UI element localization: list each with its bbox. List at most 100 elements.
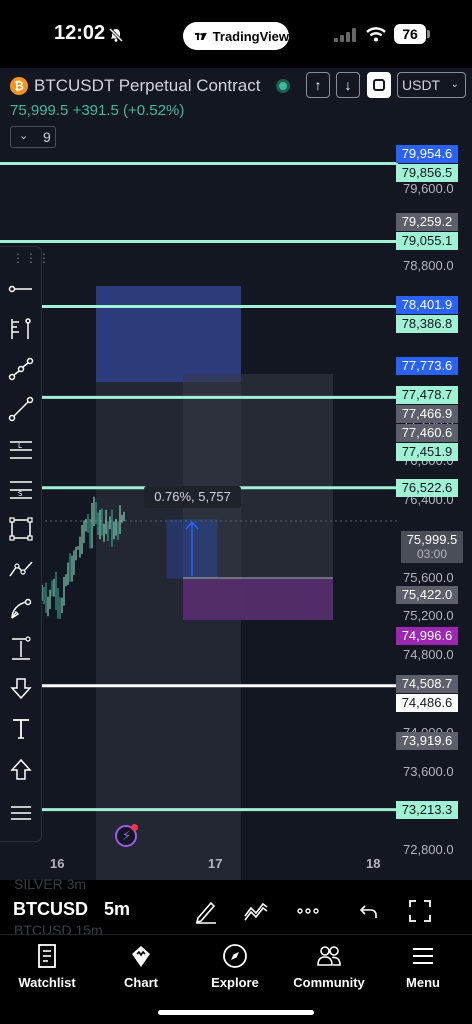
interval-button[interactable]: 5m <box>104 899 130 920</box>
fib-retracement-icon <box>11 318 31 339</box>
tab-community[interactable]: Community <box>282 943 376 990</box>
price-level-label[interactable]: 78,401.9 <box>396 296 458 314</box>
price-level-label[interactable]: 76,522.6 <box>396 478 458 497</box>
notification-dot <box>131 824 138 831</box>
undo-button[interactable] <box>354 896 384 926</box>
short-position-tool[interactable]: S <box>5 473 37 505</box>
tab-menu[interactable]: Menu <box>376 943 470 990</box>
text-icon <box>13 719 29 739</box>
zigzag-path-icon <box>9 561 33 577</box>
symbol-button[interactable]: BTCUSD <box>13 899 88 920</box>
arrow-down-marker-tool[interactable] <box>5 673 37 705</box>
chart-icon <box>132 946 150 967</box>
tradingview-pill[interactable]: TradingView <box>183 22 289 50</box>
price-level-label[interactable]: 77,478.7 <box>396 385 458 404</box>
lightning-icon: ⚡ <box>122 828 132 843</box>
trend-line-tool[interactable] <box>5 393 37 425</box>
price-level-label[interactable]: 79,954.6 <box>396 145 458 163</box>
horizontal-ray-icon <box>8 285 32 293</box>
price-level-label[interactable]: 77,466.9 <box>396 404 458 423</box>
brush-tool[interactable] <box>5 593 37 625</box>
price-level-label[interactable]: 77,773.6 <box>396 357 458 376</box>
path-tool[interactable] <box>5 553 37 585</box>
compass-icon <box>223 944 247 968</box>
price-level-label[interactable]: 73,919.6 <box>396 731 458 750</box>
price-level-label[interactable]: 78,386.8 <box>396 315 458 333</box>
compare-symbol-button[interactable] <box>367 72 391 98</box>
price-axis[interactable]: 79,600.078,800.077,200.076,800.076,400.0… <box>392 68 472 880</box>
tab-chart[interactable]: Chart <box>94 943 188 990</box>
price-level-label[interactable]: 79,856.5 <box>396 164 458 182</box>
currency-value: USDT <box>402 77 441 93</box>
more-options-button[interactable] <box>293 896 323 926</box>
trend-line-icon <box>8 396 34 422</box>
currency-select[interactable]: USDT ⌄ <box>397 72 466 98</box>
brush-icon <box>11 598 32 619</box>
stop-zone-blue <box>96 286 241 382</box>
time-tick-16: 16 <box>50 856 65 871</box>
short-position-icon: S <box>10 481 32 499</box>
flash-alerts-button[interactable]: ⚡ <box>115 824 138 847</box>
price-level-label[interactable]: 77,460.6 <box>396 423 458 442</box>
price-level-label[interactable]: 73,213.3 <box>396 800 458 819</box>
bar-countdown: 03:00 <box>416 546 448 561</box>
tab-label: Explore <box>211 975 259 990</box>
next-symbol-button[interactable]: ↓ <box>336 72 360 98</box>
long-position-tool[interactable]: L <box>5 433 37 465</box>
indicators-icon <box>244 902 268 921</box>
previous-symbol-button[interactable]: ↑ <box>306 72 330 98</box>
price-level-label[interactable]: 75,422.0 <box>396 585 458 604</box>
price-level-label[interactable]: 79,259.2 <box>396 212 458 231</box>
svg-text:S: S <box>18 490 23 498</box>
price-level-label[interactable]: 79,055.1 <box>396 232 458 251</box>
arrow-up-marker-tool[interactable] <box>5 753 37 785</box>
drag-handle-icon[interactable]: ⋮⋮⋮ <box>12 251 51 265</box>
hamburger-tools-icon <box>11 806 31 820</box>
price-change: +391.5 (+0.52%) <box>72 102 185 119</box>
fullscreen-icon <box>409 900 431 922</box>
price-range-icon <box>12 636 31 660</box>
pill-label: TradingView <box>212 28 289 44</box>
cellular-signal-icon <box>334 28 356 42</box>
measure-label: 0.76%, 5,757 <box>144 486 241 508</box>
home-indicator <box>158 1010 314 1015</box>
time-tick-17: 17 <box>208 856 223 871</box>
market-status-icon[interactable] <box>276 79 290 93</box>
horizontal-ray-tool[interactable] <box>5 273 37 305</box>
drawing-pen-button[interactable] <box>191 896 221 926</box>
compare-icon <box>373 79 385 91</box>
price-tick: 74,800.0 <box>403 647 454 663</box>
bitcoin-coin-icon: ₿ <box>10 77 28 95</box>
price-range-tool[interactable] <box>5 633 37 665</box>
price-level-label[interactable]: 74,486.6 <box>396 693 458 712</box>
rectangle-tool[interactable] <box>5 513 37 545</box>
price-tick: 73,600.0 <box>403 764 454 779</box>
fullscreen-button[interactable] <box>405 896 435 926</box>
tradingview-logo-icon <box>195 32 207 40</box>
indicator-count: 9 <box>43 129 51 145</box>
community-icon <box>317 946 341 966</box>
price-level-label[interactable]: 74,996.6 <box>396 627 458 646</box>
status-bar: 12:02 TradingView 76 <box>0 0 472 68</box>
price-level-label[interactable]: 74,508.7 <box>396 674 458 693</box>
fib-retracement-tool[interactable] <box>5 313 37 345</box>
chevron-down-icon: ⌄ <box>19 130 29 142</box>
price-row: 75,999.5 +391.5 (+0.52%) <box>10 102 184 119</box>
chart-area[interactable]: ₿ BTCUSDT Perpetual Contract ↑ ↓ USDT ⌄ … <box>0 68 472 880</box>
target-zone-purple <box>183 579 333 620</box>
indicators-toggle-button[interactable]: ⌄ 9 <box>10 126 56 148</box>
symbol-title[interactable]: BTCUSDT Perpetual Contract <box>34 76 260 96</box>
text-tool[interactable] <box>5 713 37 745</box>
trend-line-nodes-tool[interactable] <box>5 353 37 385</box>
bell-off-icon <box>108 27 124 43</box>
tab-explore[interactable]: Explore <box>188 943 282 990</box>
indicators-button[interactable] <box>241 896 271 926</box>
rectangle-icon <box>9 517 33 541</box>
chevron-down-icon: ⌄ <box>450 79 459 90</box>
status-time: 12:02 <box>54 22 106 44</box>
time-tick-18: 18 <box>366 856 381 871</box>
price-level-label[interactable]: 77,451.9 <box>396 442 458 461</box>
tab-watchlist[interactable]: Watchlist <box>0 943 94 990</box>
more-tools[interactable] <box>5 797 37 829</box>
menu-icon <box>413 948 433 964</box>
